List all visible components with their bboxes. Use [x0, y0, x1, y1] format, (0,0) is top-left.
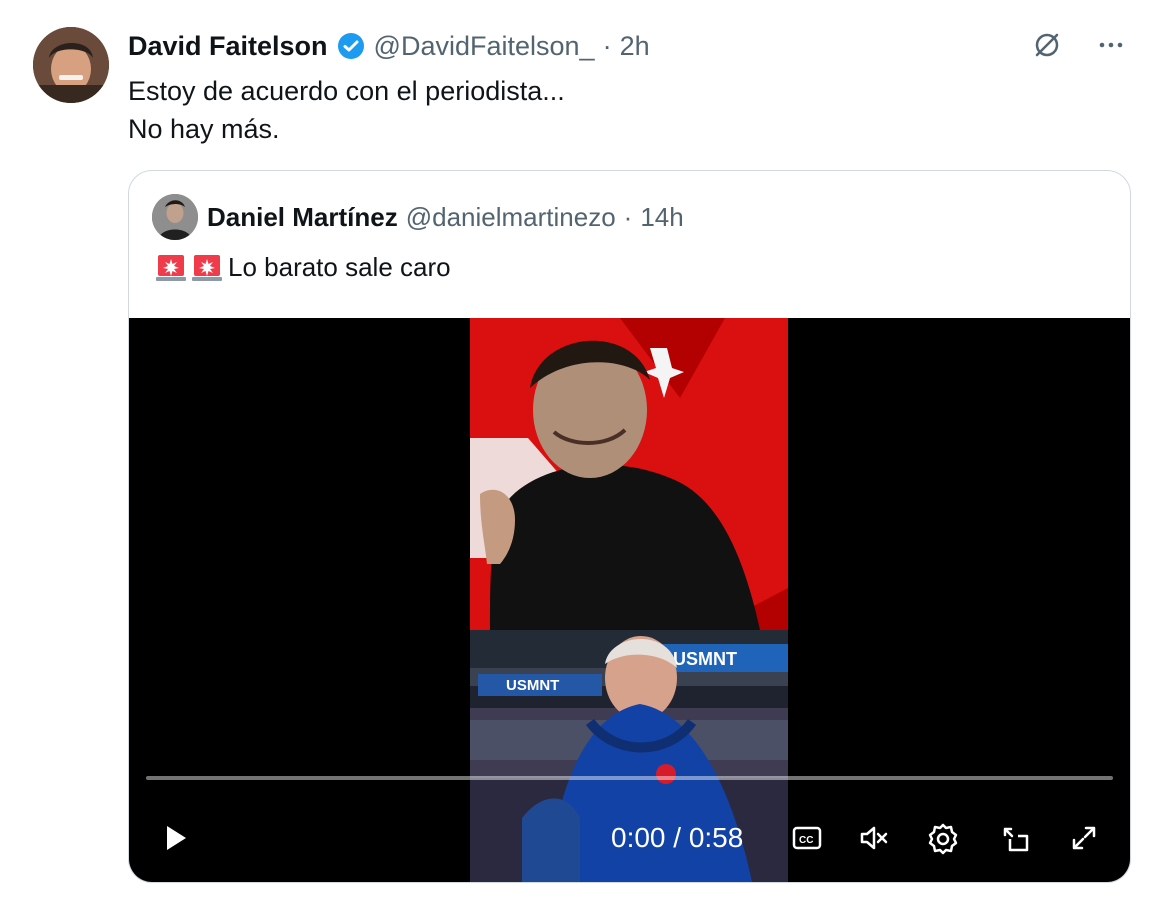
header-separator: ·	[602, 30, 612, 61]
tweet-header: David Faitelson @DavidFaitelson_ · 2h	[128, 30, 650, 62]
tweet-top-actions	[1030, 28, 1128, 62]
tweet-text-line-2: No hay más.	[128, 114, 280, 144]
video-player[interactable]: USMNT USMNT 0:00 / 0:58 CC	[129, 318, 1130, 882]
quoted-text-content: Lo barato sale caro	[228, 251, 451, 282]
picture-in-picture-icon[interactable]	[997, 820, 1033, 856]
quoted-header-separator: ·	[623, 202, 633, 232]
police-car-light-icon	[156, 255, 186, 281]
quoted-author-avatar[interactable]	[152, 194, 198, 240]
quoted-text: Lo barato sale caro	[154, 250, 451, 284]
tweet-time[interactable]: 2h	[620, 31, 650, 62]
video-frame: USMNT USMNT	[470, 318, 788, 882]
tweet-text-line-1: Estoy de acuerdo con el periodista...	[128, 76, 565, 106]
fullscreen-icon[interactable]	[1066, 820, 1102, 856]
video-controls: 0:00 / 0:58 CC	[129, 810, 1130, 862]
grok-icon[interactable]	[1030, 28, 1064, 62]
verified-badge-icon	[336, 31, 366, 61]
quoted-header: Daniel Martínez @danielmartinezo · 14h	[207, 202, 684, 233]
quoted-time[interactable]: 14h	[640, 202, 683, 233]
quoted-author-name[interactable]: Daniel Martínez	[207, 202, 398, 233]
overlay-text-1: USMNT	[506, 677, 559, 694]
mute-icon[interactable]	[856, 820, 892, 856]
video-time-readout: 0:00 / 0:58	[611, 822, 744, 853]
quoted-tweet-card[interactable]: Daniel Martínez @danielmartinezo · 14h L…	[128, 170, 1131, 883]
author-name[interactable]: David Faitelson	[128, 31, 328, 62]
play-icon[interactable]	[157, 820, 193, 856]
overlay-text-2: USMNT	[673, 649, 737, 669]
author-handle[interactable]: @DavidFaitelson_	[374, 31, 595, 62]
tweet-text: Estoy de acuerdo con el periodista... No…	[128, 72, 565, 148]
tweet: David Faitelson @DavidFaitelson_ · 2h Es…	[0, 0, 1150, 900]
police-car-light-icon	[192, 255, 222, 281]
siren-emoji-group	[154, 250, 224, 284]
video-progress-bar[interactable]	[146, 776, 1113, 780]
more-icon[interactable]	[1094, 28, 1128, 62]
author-avatar[interactable]	[33, 27, 109, 103]
quoted-author-handle[interactable]: @danielmartinezo	[406, 202, 616, 233]
captions-icon[interactable]: CC	[789, 820, 825, 856]
settings-icon[interactable]	[925, 820, 961, 856]
svg-text:CC: CC	[799, 835, 813, 846]
